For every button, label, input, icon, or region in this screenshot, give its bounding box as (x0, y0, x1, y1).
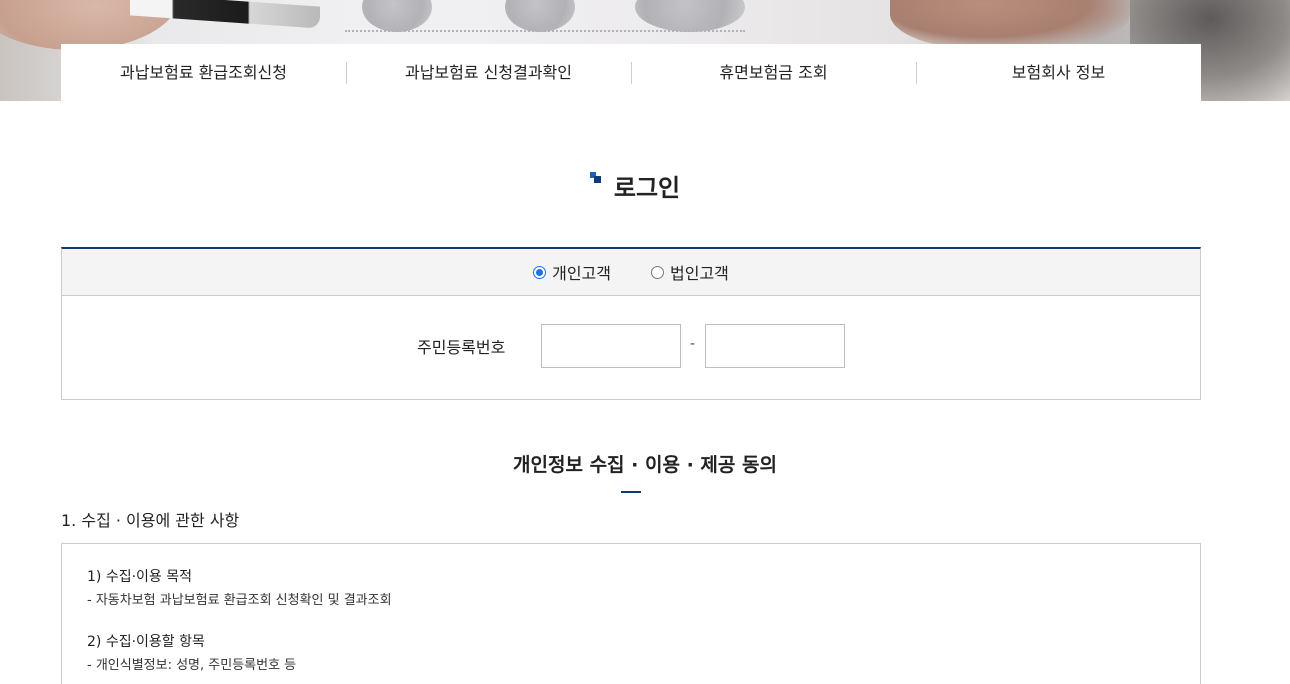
nav-item-refund-inquiry[interactable]: 과납보험료 환급조회신청 (61, 62, 346, 84)
resident-number-separator: - (690, 336, 696, 352)
nav-item-insurer-info[interactable]: 보험회사 정보 (916, 61, 1201, 84)
top-navigation: 과납보험료 환급조회신청 과납보험료 신청결과확인 휴면보험금 조회 보험회사 … (61, 44, 1201, 101)
terms-item-title: 2) 수집·이용할 항목 (87, 634, 205, 650)
radio-individual-label: 개인고객 (552, 264, 611, 283)
radio-checked-icon[interactable] (533, 265, 547, 279)
consent-title-area: 개인정보 수집 · 이용 · 제공 동의 (0, 452, 1290, 478)
resident-number-second-input[interactable] (705, 324, 845, 368)
terms-item-title: 1) 수집·이용 목적 (87, 569, 192, 585)
resident-number-first-input[interactable] (541, 324, 681, 368)
pie-chart-photo-3 (635, 0, 745, 32)
page-title-text: 로그인 (613, 174, 681, 202)
page-title-area: 로그인 (0, 170, 1290, 206)
consent-terms-box[interactable]: 1) 수집·이용 목적 - 자동차보험 과납보험료 환급조회 신청확인 및 결과… (61, 543, 1201, 684)
radio-corporate-label: 법인고객 (670, 264, 729, 283)
resident-number-label: 주민등록번호 (417, 338, 506, 357)
title-bullet-icon (589, 172, 602, 184)
consent-section-heading: 1. 수집 · 이용에 관한 사항 (61, 511, 240, 530)
customer-type-selector: 개인고객 법인고객 (62, 249, 1200, 296)
terms-item: 2) 수집·이용할 항목 - 개인식별정보: 성명, 주민등록번호 등 (87, 632, 296, 676)
nav-item-application-result[interactable]: 과납보험료 신청결과확인 (346, 61, 631, 84)
radio-unchecked-icon[interactable] (651, 265, 664, 279)
hand-photo-right (890, 0, 1130, 50)
resident-number-row: 주민등록번호 - (62, 296, 1200, 399)
radio-corporate-customer[interactable]: 법인고객 (651, 260, 729, 284)
pie-chart-photo-2 (505, 0, 575, 32)
terms-item: 1) 수집·이용 목적 - 자동차보험 과납보험료 환급조회 신청확인 및 결과… (87, 567, 392, 611)
nav-item-dormant-insurance[interactable]: 휴면보험금 조회 (631, 61, 916, 84)
radio-individual-customer[interactable]: 개인고객 (533, 260, 611, 284)
pie-chart-photo-1 (362, 0, 432, 32)
login-form: 개인고객 법인고객 주민등록번호 - (61, 247, 1201, 400)
terms-item-line: - 개인식별정보: 성명, 주민등록번호 등 (87, 658, 297, 673)
dotted-line-photo (345, 30, 745, 32)
consent-title-underline (621, 491, 641, 493)
consent-title: 개인정보 수집 · 이용 · 제공 동의 (513, 454, 777, 476)
terms-item-line: - 자동차보험 과납보험료 환급조회 신청확인 및 결과조회 (87, 593, 392, 608)
page-title: 로그인 (589, 170, 681, 206)
